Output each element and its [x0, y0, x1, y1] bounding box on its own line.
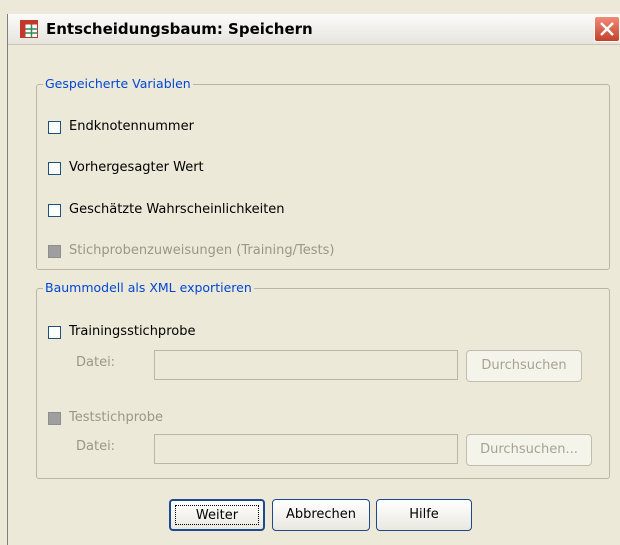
endknotennummer-label: Endknotennummer [69, 119, 194, 134]
endknotennummer-checkbox[interactable] [48, 121, 61, 134]
test-file-input[interactable] [154, 434, 458, 464]
window-border [7, 14, 8, 545]
teststichprobe-checkbox [48, 412, 61, 425]
stichprobenzuweisungen-checkbox [48, 245, 61, 258]
training-browse-button[interactable]: Durchsuchen [466, 350, 582, 382]
continue-label: Weiter [195, 508, 239, 523]
teststichprobe-label: Teststichprobe [69, 410, 163, 425]
saved-variables-legend: Gespeicherte Variablen [43, 76, 193, 91]
test-file-label: Datei: [76, 439, 116, 454]
trainingsstichprobe-label: Trainingsstichprobe [69, 324, 196, 339]
training-file-input[interactable] [154, 350, 458, 380]
training-file-label: Datei: [76, 355, 116, 370]
xml-export-legend: Baummodell als XML exportieren [43, 280, 254, 295]
grid-table-icon [20, 20, 38, 38]
cancel-button[interactable]: Abbrechen [272, 499, 370, 531]
wahrscheinlichkeiten-checkbox[interactable] [48, 204, 61, 217]
vorhergesagter-wert-label: Vorhergesagter Wert [69, 160, 204, 175]
continue-button[interactable]: Weiter [169, 499, 265, 531]
close-button[interactable] [594, 16, 620, 42]
help-button[interactable]: Hilfe [376, 499, 472, 531]
wahrscheinlichkeiten-label: Geschätzte Wahrscheinlichkeiten [69, 202, 285, 217]
window-title: Entscheidungsbaum: Speichern [46, 20, 313, 38]
stichprobenzuweisungen-label: Stichprobenzuweisungen (Training/Tests) [69, 243, 335, 258]
test-browse-button[interactable]: Durchsuchen... [466, 434, 592, 466]
dialog-window: Entscheidungsbaum: Speichern Gespeichert… [0, 0, 620, 545]
close-icon [600, 22, 614, 36]
vorhergesagter-wert-checkbox[interactable] [48, 162, 61, 175]
trainingsstichprobe-checkbox[interactable] [48, 326, 61, 339]
